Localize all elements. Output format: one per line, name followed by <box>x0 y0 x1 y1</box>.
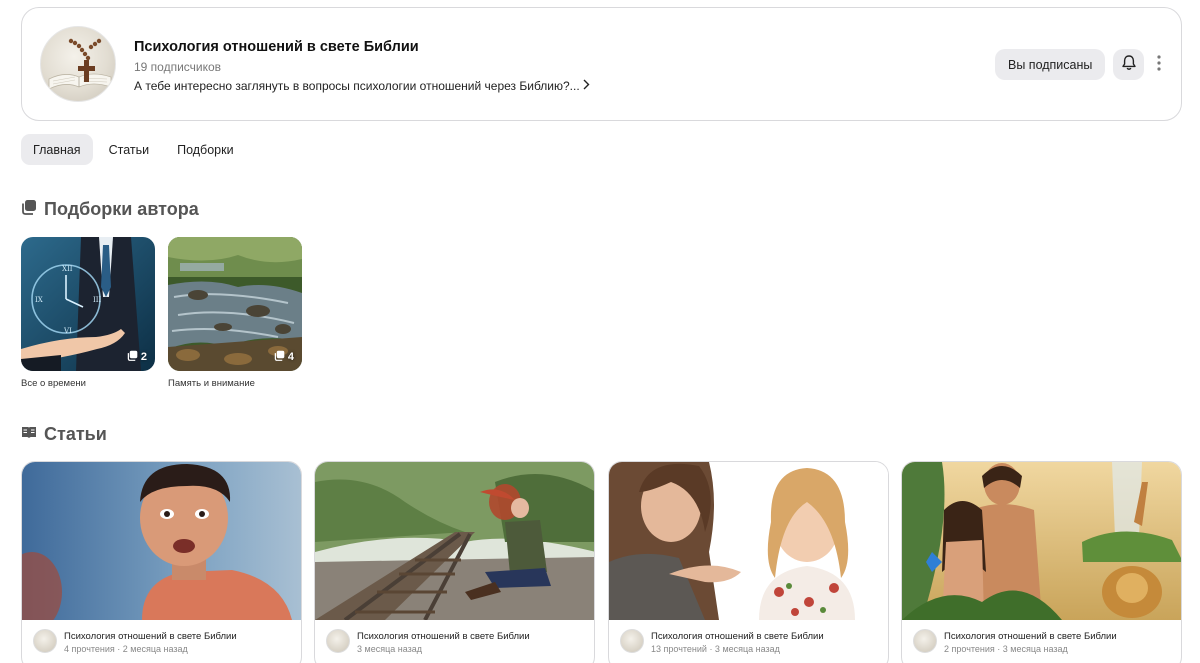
collections-heading: Подборки автора <box>21 199 199 220</box>
article-thumbnail <box>22 462 301 620</box>
svg-text:III: III <box>93 296 102 304</box>
tab-collections[interactable]: Подборки <box>165 134 245 165</box>
collection-card[interactable]: 4 Память и внимание <box>168 237 302 389</box>
collection-title: Память и внимание <box>168 378 255 389</box>
collections-icon <box>127 350 138 364</box>
channel-header-card: Психология отношений в свете Библии 19 п… <box>21 7 1182 121</box>
article-stats: 13 прочтений · 3 месяца назад <box>651 644 780 654</box>
author-avatar[interactable] <box>33 629 57 653</box>
tab-articles[interactable]: Статьи <box>97 134 162 165</box>
article-author[interactable]: Психология отношений в свете Библии <box>944 631 1117 642</box>
article-thumbnail <box>315 462 594 620</box>
tab-main[interactable]: Главная <box>21 134 93 165</box>
bell-icon <box>1121 54 1137 76</box>
collection-count-value: 2 <box>140 351 147 363</box>
articles-icon <box>21 424 37 445</box>
articles-heading: Статьи <box>21 424 107 445</box>
collection-card[interactable]: XII IX III VI 2 Все о времени <box>21 237 155 389</box>
svg-text:VI: VI <box>63 327 72 335</box>
more-vertical-icon <box>1157 54 1161 76</box>
subscribed-button[interactable]: Вы подписаны <box>995 49 1106 80</box>
article-thumbnail <box>902 462 1181 620</box>
article-thumbnail <box>609 462 888 620</box>
collection-title: Все о времени <box>21 378 86 389</box>
channel-description[interactable]: А тебе интересно заглянуть в вопросы пси… <box>134 79 590 93</box>
article-stats: 2 прочтения · 3 месяца назад <box>944 644 1068 654</box>
collections-icon <box>274 350 285 364</box>
subscriber-count: 19 подписчиков <box>134 60 222 74</box>
article-stats: 3 месяца назад <box>357 644 422 654</box>
svg-text:IX: IX <box>35 296 43 304</box>
article-meta: Психология отношений в свете Библии 2 пр… <box>913 629 1117 654</box>
collection-thumbnail: XII IX III VI 2 <box>21 237 155 371</box>
article-author[interactable]: Психология отношений в свете Библии <box>357 631 530 642</box>
notifications-button[interactable] <box>1113 49 1144 80</box>
svg-text:XII: XII <box>62 265 73 273</box>
channel-description-text: А тебе интересно заглянуть в вопросы пси… <box>134 79 580 93</box>
author-avatar[interactable] <box>326 629 350 653</box>
article-author[interactable]: Психология отношений в свете Библии <box>651 631 824 642</box>
article-meta: Психология отношений в свете Библии 4 пр… <box>33 629 237 654</box>
article-author[interactable]: Психология отношений в свете Библии <box>64 631 237 642</box>
article-meta: Психология отношений в свете Библии 3 ме… <box>326 629 530 654</box>
author-avatar[interactable] <box>620 629 644 653</box>
collections-heading-text: Подборки автора <box>44 199 199 219</box>
articles-heading-text: Статьи <box>44 424 107 444</box>
author-avatar[interactable] <box>913 629 937 653</box>
collection-count-value: 4 <box>287 351 294 363</box>
channel-tabs: Главная Статьи Подборки <box>21 134 246 165</box>
chevron-right-icon <box>582 79 590 93</box>
article-card[interactable]: Психология отношений в свете Библии 3 ме… <box>314 461 595 663</box>
article-meta: Психология отношений в свете Библии 13 п… <box>620 629 824 654</box>
collection-thumbnail: 4 <box>168 237 302 371</box>
channel-avatar[interactable] <box>40 26 116 102</box>
collection-count: 2 <box>127 350 147 364</box>
article-card[interactable]: Психология отношений в свете Библии 4 пр… <box>21 461 302 663</box>
article-card[interactable]: Психология отношений в свете Библии 2 пр… <box>901 461 1182 663</box>
channel-title: Психология отношений в свете Библии <box>134 39 419 55</box>
collection-count: 4 <box>274 350 294 364</box>
more-options-button[interactable] <box>1152 52 1166 78</box>
article-card[interactable]: Психология отношений в свете Библии 13 п… <box>608 461 889 663</box>
collections-icon <box>21 199 37 220</box>
article-stats: 4 прочтения · 2 месяца назад <box>64 644 188 654</box>
